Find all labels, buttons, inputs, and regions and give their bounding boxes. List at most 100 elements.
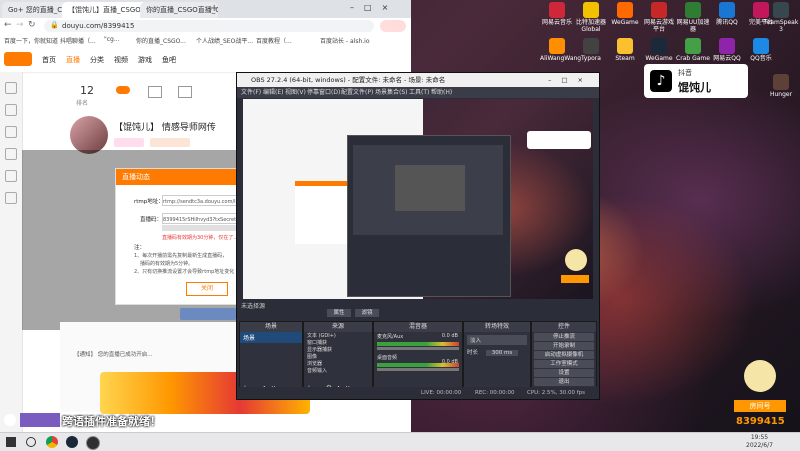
start-icon[interactable] bbox=[6, 437, 16, 447]
browser-tab[interactable]: Go+ 您的直播_CSGO直播_C... bbox=[2, 2, 70, 18]
streamer-avatar[interactable] bbox=[70, 116, 108, 154]
desktop-icon[interactable]: Hunger bbox=[764, 74, 798, 98]
source-item[interactable]: 图像 bbox=[304, 353, 372, 360]
back-icon[interactable]: ← bbox=[4, 20, 12, 30]
stop-streaming-button[interactable]: 停止推流 bbox=[534, 333, 594, 341]
duration-input[interactable]: 300 ms bbox=[485, 350, 519, 356]
forward-icon[interactable]: → bbox=[16, 20, 24, 30]
app-icon bbox=[651, 2, 667, 18]
desktop-icon[interactable]: Crab Game bbox=[676, 38, 710, 62]
update-button[interactable] bbox=[380, 20, 406, 32]
desktop-icon[interactable]: TeamSpeak 3 bbox=[764, 2, 798, 33]
sources-header: 来源 bbox=[304, 322, 372, 332]
close-icon[interactable]: × bbox=[382, 3, 399, 12]
menu-item[interactable]: 工具(T) bbox=[409, 87, 429, 98]
desktop-icon[interactable]: QQ音乐 bbox=[744, 38, 778, 62]
menu-item[interactable]: 文件(F) bbox=[241, 87, 261, 98]
transitions-dock: 转场特效 淡入 时长 300 ms bbox=[463, 321, 531, 395]
rec-status: REC: 00:00:00 bbox=[475, 390, 515, 396]
taskbar: 19:55 2022/6/7 bbox=[0, 432, 800, 451]
desktop-icon[interactable]: 比特加速器 Global bbox=[574, 2, 608, 33]
maximize-icon[interactable]: □ bbox=[561, 76, 577, 84]
note-text: 1、每次开播前需先复制最新生成直播码， bbox=[134, 253, 228, 259]
desktop-icon[interactable]: AliWangWang bbox=[540, 38, 581, 62]
rtmp-label: rtmp地址： bbox=[134, 199, 164, 205]
sidebar-icon[interactable] bbox=[5, 192, 17, 204]
source-item[interactable]: 显示器捕获 bbox=[304, 346, 372, 353]
start-recording-button[interactable]: 开始录制 bbox=[534, 342, 594, 350]
volume-slider[interactable] bbox=[377, 347, 459, 350]
browser-tab[interactable]: 你的直播_CSGO直播_C... bbox=[140, 2, 218, 18]
transition-select[interactable]: 淡入 bbox=[467, 335, 527, 345]
minimize-icon[interactable]: – bbox=[548, 76, 561, 84]
nav-item[interactable]: 视频 bbox=[114, 55, 128, 65]
settings-button[interactable]: 设置 bbox=[534, 369, 594, 377]
sidebar-icon[interactable] bbox=[5, 170, 17, 182]
desktop-icon[interactable]: 腾讯QQ bbox=[710, 2, 744, 26]
desktop-icon[interactable]: Typora bbox=[574, 38, 608, 62]
menu-item[interactable]: 场景集合(S) bbox=[375, 87, 408, 98]
exit-button[interactable]: 退出 bbox=[534, 378, 594, 386]
nav-item[interactable]: 鱼吧 bbox=[162, 55, 176, 65]
menu-item[interactable]: 帮助(H) bbox=[431, 87, 452, 98]
app-icon bbox=[773, 2, 789, 18]
chrome-icon[interactable] bbox=[46, 436, 58, 448]
browser-tab[interactable]: 【馄饨儿】直播_CSGO直播_C... bbox=[62, 2, 148, 18]
bookmark-item[interactable]: 个人战绩_SEO战平... bbox=[196, 36, 253, 45]
desktop-icon[interactable]: 网易云QQ bbox=[710, 38, 744, 62]
obs-icon[interactable] bbox=[86, 436, 100, 450]
bookmark-item[interactable]: 百度教程（... bbox=[256, 36, 292, 45]
bookmark-item[interactable]: "cg... bbox=[104, 36, 120, 43]
desktop-icon[interactable]: Steam bbox=[608, 38, 642, 62]
taskbar-clock[interactable]: 19:55 2022/6/7 bbox=[746, 434, 773, 450]
desktop-icon[interactable]: WeGame bbox=[608, 2, 642, 26]
nav-item[interactable]: 首页 bbox=[42, 55, 56, 65]
promo-banner[interactable] bbox=[180, 308, 236, 320]
room-watermark: 房间号 8399415 bbox=[730, 360, 790, 430]
menu-item[interactable]: 配置文件(P) bbox=[341, 87, 373, 98]
menu-item[interactable]: 停靠窗口(D) bbox=[307, 87, 340, 98]
sidebar-icon[interactable] bbox=[5, 104, 17, 116]
sidebar-icon[interactable] bbox=[5, 82, 17, 94]
maximize-icon[interactable]: □ bbox=[364, 3, 382, 12]
bookmark-item[interactable]: 百度站长 - alsh.io bbox=[320, 36, 370, 45]
minimize-icon[interactable]: – bbox=[350, 3, 364, 12]
desktop-icon[interactable]: WeGame bbox=[642, 38, 676, 62]
obs-preview[interactable] bbox=[243, 99, 593, 299]
nav-item[interactable]: 游戏 bbox=[138, 55, 152, 65]
desktop-icon[interactable]: 网易UU加速器 bbox=[676, 2, 710, 33]
sidebar-icon[interactable] bbox=[5, 126, 17, 138]
filters-button[interactable]: 滤镜 bbox=[355, 309, 379, 317]
desktop-icon[interactable]: 网易云音乐 bbox=[540, 2, 574, 26]
properties-button[interactable]: 属性 bbox=[327, 309, 351, 317]
menu-item[interactable]: 编辑(E) bbox=[263, 87, 283, 98]
watermark-logo-icon bbox=[744, 360, 776, 392]
volume-slider[interactable] bbox=[377, 368, 459, 371]
sidebar-icon[interactable] bbox=[5, 148, 17, 160]
scene-item[interactable]: 场景 bbox=[240, 332, 302, 343]
desktop-icon[interactable]: 网易云游戏平台 bbox=[642, 2, 676, 33]
bookmark-item[interactable]: 抖唱聊播（... bbox=[60, 36, 96, 45]
nav-item[interactable]: 分类 bbox=[90, 55, 104, 65]
source-item[interactable]: 音频输入 bbox=[304, 367, 372, 374]
site-logo[interactable] bbox=[4, 52, 32, 66]
source-item[interactable]: 窗口捕获 bbox=[304, 339, 372, 346]
mixer-header: 混音器 bbox=[374, 322, 462, 332]
source-item[interactable]: 浏览器 bbox=[304, 360, 372, 367]
nav-item[interactable]: 直播 bbox=[66, 55, 80, 65]
search-icon[interactable] bbox=[26, 437, 36, 447]
close-icon[interactable]: × bbox=[578, 76, 593, 84]
room-tag[interactable] bbox=[150, 138, 190, 147]
dialog-close-button[interactable]: 关闭 bbox=[186, 282, 228, 296]
room-tag[interactable] bbox=[114, 138, 144, 147]
menu-item[interactable]: 视图(V) bbox=[285, 87, 306, 98]
url-field[interactable]: 🔒 douyu.com/8399415 bbox=[44, 20, 374, 32]
virtual-camera-button[interactable]: 启动虚拟摄像机 bbox=[534, 351, 594, 359]
new-tab-icon[interactable]: + bbox=[210, 3, 218, 14]
bookmark-item[interactable]: 你的直播_CSGO... bbox=[136, 36, 186, 45]
studio-mode-button[interactable]: 工作室模式 bbox=[534, 360, 594, 368]
source-item[interactable]: 文本 (GDI+) bbox=[304, 332, 372, 339]
reload-icon[interactable]: ↻ bbox=[28, 20, 36, 30]
steam-icon[interactable] bbox=[66, 436, 78, 448]
bookmark-item[interactable]: 百度一下，你就知道 bbox=[4, 36, 58, 45]
